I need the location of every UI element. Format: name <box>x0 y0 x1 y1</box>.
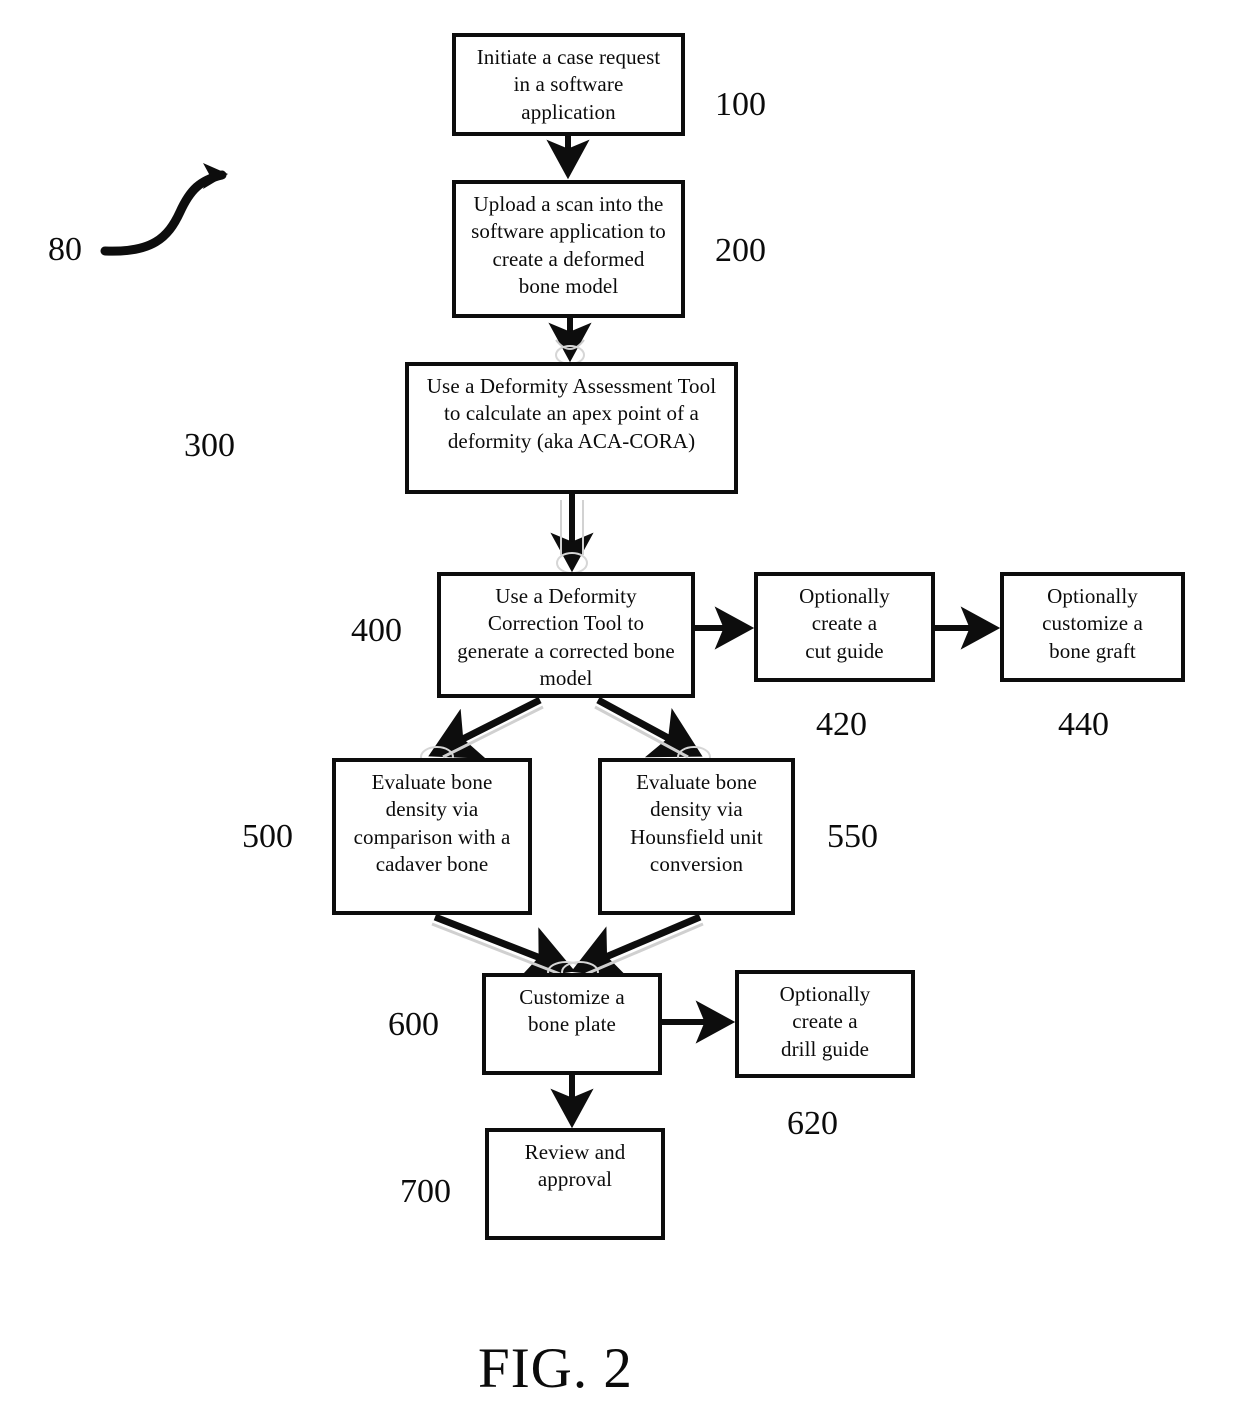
arrow-200-to-300 <box>548 318 592 365</box>
node-550[interactable]: Evaluate bone density via Hounsfield uni… <box>598 758 795 915</box>
node-200-label: Upload a scan into the software applicat… <box>471 192 666 298</box>
arrow-400-to-550 <box>594 696 711 768</box>
node-100[interactable]: Initiate a case request in a software ap… <box>452 33 685 136</box>
ref-numeral-200: 200 <box>715 232 766 269</box>
node-600[interactable]: Customize a bone plate <box>482 973 662 1075</box>
ref-numeral-550: 550 <box>827 818 878 855</box>
arrow-300-to-400 <box>550 494 594 574</box>
arrow-400-to-500 <box>420 696 544 768</box>
node-620-label: Optionally create a drill guide <box>779 982 871 1061</box>
node-300-label: Use a Deformity Assessment Tool to calcu… <box>426 374 717 453</box>
node-500-label: Evaluate bone density via comparison wit… <box>353 770 511 876</box>
ref-numeral-100: 100 <box>715 86 766 123</box>
node-400[interactable]: Use a Deformity Correction Tool to gener… <box>437 572 695 698</box>
ref-numeral-500: 500 <box>242 818 293 855</box>
node-600-label: Customize a bone plate <box>519 985 625 1037</box>
lead-line-80-icon <box>100 163 228 256</box>
node-440[interactable]: Optionally customize a bone graft <box>1000 572 1185 682</box>
ref-numeral-700: 700 <box>400 1173 451 1210</box>
node-420[interactable]: Optionally create a cut guide <box>754 572 935 682</box>
node-400-label: Use a Deformity Correction Tool to gener… <box>457 584 675 690</box>
patent-figure-page: Initiate a case request in a software ap… <box>0 0 1240 1411</box>
node-200[interactable]: Upload a scan into the software applicat… <box>452 180 685 318</box>
node-100-label: Initiate a case request in a software ap… <box>476 45 661 124</box>
node-700-label: Review and approval <box>524 1140 626 1192</box>
ref-numeral-600: 600 <box>388 1006 439 1043</box>
ref-numeral-400: 400 <box>351 612 402 649</box>
node-420-label: Optionally create a cut guide <box>799 584 890 663</box>
ref-numeral-440: 440 <box>1058 706 1109 743</box>
node-700[interactable]: Review and approval <box>485 1128 665 1240</box>
node-550-label: Evaluate bone density via Hounsfield uni… <box>630 770 763 876</box>
ref-numeral-80: 80 <box>48 231 82 268</box>
node-300[interactable]: Use a Deformity Assessment Tool to calcu… <box>405 362 738 494</box>
ref-numeral-620: 620 <box>787 1105 838 1142</box>
ref-numeral-300: 300 <box>184 427 235 464</box>
node-440-label: Optionally customize a bone graft <box>1042 584 1143 663</box>
node-500[interactable]: Evaluate bone density via comparison wit… <box>332 758 532 915</box>
figure-caption: FIG. 2 <box>478 1337 633 1400</box>
ref-numeral-420: 420 <box>816 706 867 743</box>
node-620[interactable]: Optionally create a drill guide <box>735 970 915 1078</box>
